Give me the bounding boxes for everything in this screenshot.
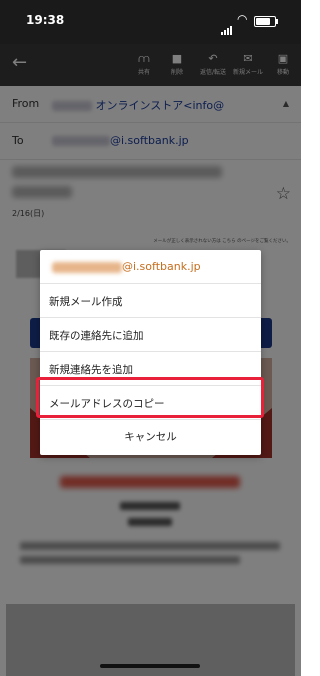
highlight-frame — [36, 377, 264, 418]
status-bar: 19:38 ◠ — [0, 0, 301, 44]
add-to-existing-contact-option[interactable]: 既存の連絡先に追加 — [40, 318, 261, 352]
battery-icon — [254, 16, 278, 27]
blurred-address — [52, 261, 122, 273]
wifi-icon: ◠ — [237, 12, 248, 26]
signal-icon — [221, 16, 233, 35]
address-action-dialog: @i.softbank.jp 新規メール作成 既存の連絡先に追加 新規連絡先を追… — [40, 250, 261, 455]
dialog-address-header: @i.softbank.jp — [40, 250, 261, 284]
cancel-button[interactable]: キャンセル — [40, 420, 261, 453]
status-time: 19:38 — [26, 13, 65, 27]
battery-level — [256, 18, 270, 25]
dialog-address: @i.softbank.jp — [122, 260, 201, 273]
new-mail-option[interactable]: 新規メール作成 — [40, 284, 261, 318]
home-indicator — [100, 664, 200, 668]
